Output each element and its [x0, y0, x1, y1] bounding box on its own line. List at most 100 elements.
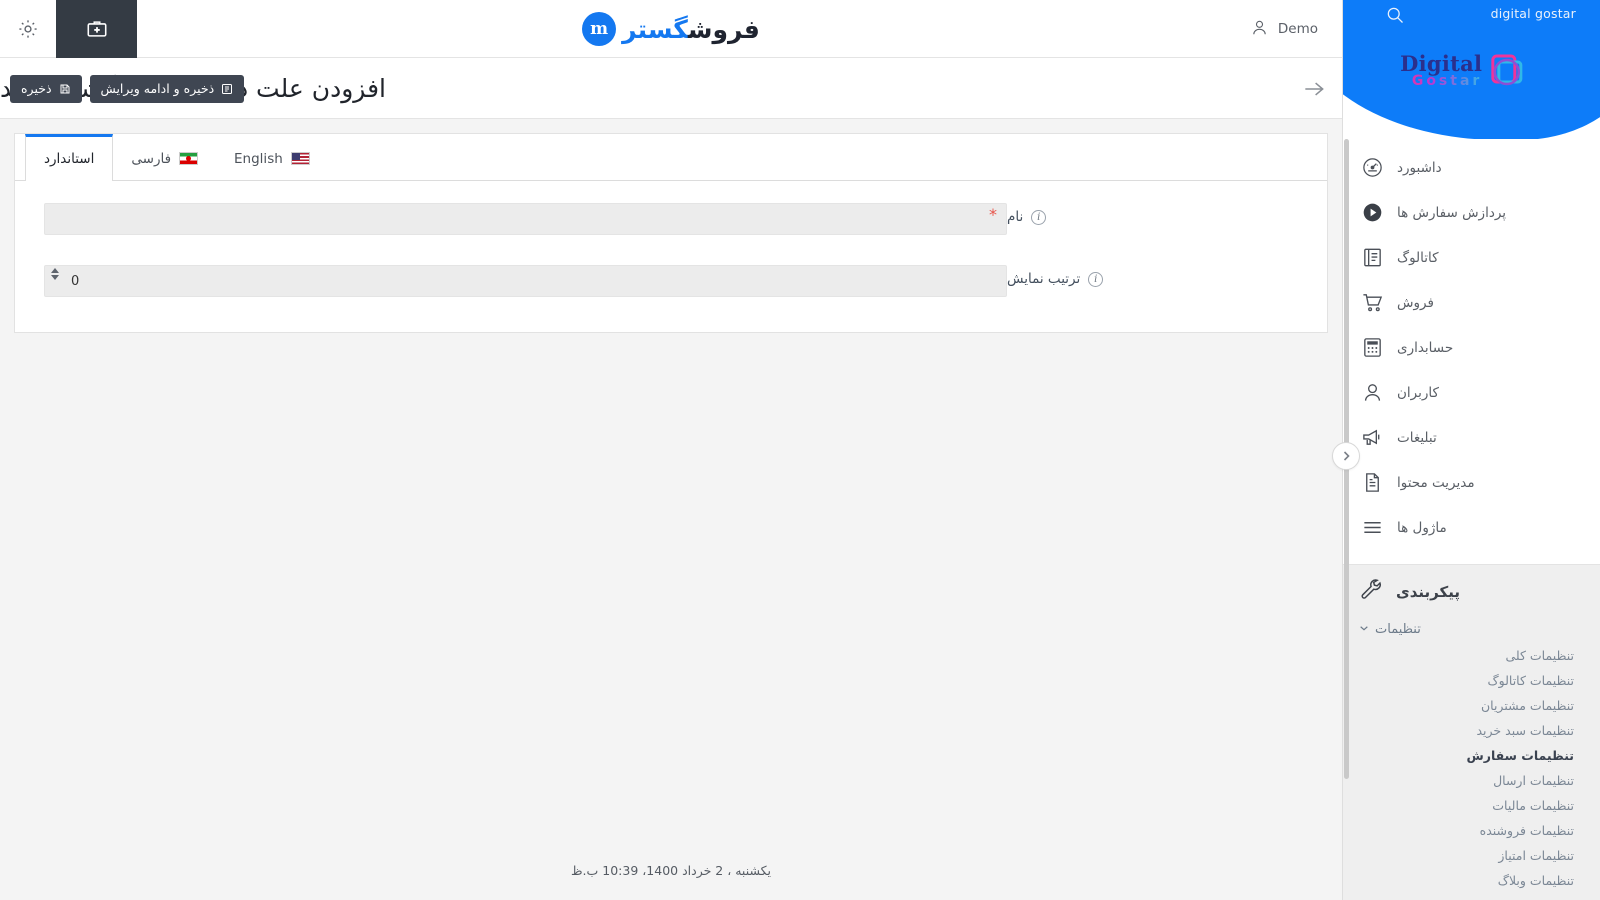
search-icon[interactable] — [1385, 5, 1405, 29]
app-root: فروشگستر m Demo ذخیره و ادامه ویرایش ذخی… — [0, 0, 1600, 900]
sidebar-item-label: مدیریت محتوا — [1397, 474, 1475, 491]
footer-datetime: یکشنبه ، 2 خرداد 1400، 10:39 ب.ظ — [570, 863, 772, 878]
sidebar-item-label: حسابداری — [1397, 339, 1454, 356]
submenu-header-label: تنظیمات — [1375, 622, 1421, 637]
store-logo: Digital Gostar — [1400, 46, 1532, 94]
submenu-item-blog-settings[interactable]: تنظیمات وبلاگ — [1343, 868, 1600, 893]
info-icon[interactable]: i — [1088, 271, 1104, 287]
required-asterisk: * — [989, 205, 997, 224]
flag-us-icon — [290, 152, 310, 165]
flag-ir-icon — [179, 152, 199, 165]
sidebar-item-content-management[interactable]: مدیریت محتوا — [1343, 460, 1600, 505]
sidebar-item-dashboard[interactable]: داشبورد — [1343, 145, 1600, 190]
tab-farsi[interactable]: فارسی — [113, 134, 216, 180]
form-row-name: نام i * — [15, 203, 1327, 235]
save-button[interactable]: ذخیره — [10, 74, 82, 103]
top-bar: فروشگستر m Demo — [0, 0, 1342, 58]
play-circle-icon — [1359, 200, 1385, 226]
tab-english[interactable]: English — [216, 134, 328, 180]
sidebar-item-label: کاتالوگ — [1397, 249, 1439, 266]
stepper-down-icon[interactable] — [51, 275, 59, 280]
form-body: نام i * ترتیب نمایش i 0 — [15, 181, 1327, 329]
tab-standard[interactable]: استاندارد — [25, 134, 114, 181]
sidebar-item-label: داشبورد — [1397, 159, 1442, 176]
sidebar-collapse-button[interactable] — [1332, 442, 1360, 470]
sidebar-item-users[interactable]: کاربران — [1343, 370, 1600, 415]
field-wrap-name: * — [15, 203, 1007, 235]
logo-mark-icon: m — [582, 12, 617, 46]
page-title-bar: ذخیره و ادامه ویرایش ذخیره افزودن علت در… — [0, 58, 1342, 119]
form-row-sort-order: ترتیب نمایش i — [15, 265, 1327, 297]
save-and-continue-button[interactable]: ذخیره و ادامه ویرایش — [89, 74, 245, 103]
submenu-item-vendor-settings[interactable]: تنظیمات فروشنده — [1343, 818, 1600, 843]
submenu-item-order-settings[interactable]: تنظیمات سفارش — [1343, 743, 1600, 768]
arrow-back-icon[interactable] — [1286, 58, 1342, 119]
field-label-name-text: نام — [1007, 209, 1024, 225]
name-input[interactable] — [45, 204, 1006, 234]
dashboard-gauge-icon — [1359, 155, 1385, 181]
user-name-label: Demo — [1277, 21, 1318, 37]
sidebar-header: digital gostar Digital Gostar — [1343, 0, 1600, 139]
quantity-stepper[interactable] — [51, 268, 59, 280]
submenu-item-reward-settings[interactable]: تنظیمات امتیاز — [1343, 843, 1600, 868]
sidebar: digital gostar Digital Gostar داشبورد پر… — [1342, 0, 1600, 900]
tab-standard-label: استاندارد — [44, 151, 95, 167]
megaphone-icon — [1359, 425, 1385, 451]
main-area: فروشگستر m Demo ذخیره و ادامه ویرایش ذخی… — [0, 0, 1342, 900]
top-bar-left-tools — [0, 0, 137, 58]
chevron-down-icon — [1359, 622, 1369, 637]
sidebar-item-sales[interactable]: فروش — [1343, 280, 1600, 325]
first-aid-kit-icon[interactable] — [56, 0, 137, 58]
form-card: English فارسی استاندارد نام i * ترتیب نم… — [14, 133, 1328, 333]
submenu-item-cart-settings[interactable]: تنظیمات سبد خرید — [1343, 718, 1600, 743]
store-logo-title: Digital — [1400, 50, 1483, 76]
calculator-icon — [1359, 335, 1385, 361]
stepper-up-icon[interactable] — [51, 268, 59, 273]
sidebar-item-modules[interactable]: ماژول ها — [1343, 505, 1600, 550]
user-icon — [1250, 18, 1269, 41]
logo-text-part-a: فروش — [687, 14, 761, 44]
chevron-right-icon — [1340, 447, 1352, 466]
field-label-sort-order-text: ترتیب نمایش — [1007, 271, 1081, 287]
sidebar-item-promotions[interactable]: تبلیغات — [1343, 415, 1600, 460]
sidebar-item-catalog[interactable]: کاتالوگ — [1343, 235, 1600, 280]
sidebar-item-label: تبلیغات — [1397, 429, 1437, 446]
user-icon — [1359, 380, 1385, 406]
submenu-item-general-settings[interactable]: تنظیمات کلی — [1343, 643, 1600, 668]
gear-icon[interactable] — [0, 0, 56, 58]
save-continue-icon — [221, 83, 233, 95]
submenu-item-catalog-settings[interactable]: تنظیمات کاتالوگ — [1343, 668, 1600, 693]
field-label-name: نام i — [1007, 203, 1327, 225]
store-logo-text: Digital Gostar — [1400, 53, 1482, 88]
action-buttons: ذخیره و ادامه ویرایش ذخیره — [10, 58, 245, 119]
sidebar-item-order-processing[interactable]: پردازش سفارش ها — [1343, 190, 1600, 235]
app-logo: فروشگستر m — [0, 0, 1342, 58]
document-icon — [1359, 470, 1385, 496]
submenu-item-tax-settings[interactable]: تنظیمات مالیات — [1343, 793, 1600, 818]
sort-order-input[interactable] — [45, 266, 1006, 296]
sidebar-item-accounting[interactable]: حسابداری — [1343, 325, 1600, 370]
shopping-cart-icon — [1359, 290, 1385, 316]
field-label-sort-order: ترتیب نمایش i — [1007, 265, 1327, 287]
sidebar-submenu-settings: تنظیمات تنظیمات کلی تنظیمات کاتالوگ تنظی… — [1343, 616, 1600, 900]
sidebar-main-menu: داشبورد پردازش سفارش ها کاتالوگ فروش حسا… — [1343, 139, 1600, 564]
name-input-box: * — [44, 203, 1007, 235]
submenu-item-customer-settings[interactable]: تنظیمات مشتریان — [1343, 693, 1600, 718]
sidebar-item-label: پردازش سفارش ها — [1397, 204, 1507, 221]
info-icon[interactable]: i — [1031, 209, 1047, 225]
sidebar-item-label: پیکربندی — [1396, 582, 1460, 601]
content-area: English فارسی استاندارد نام i * ترتیب نم… — [0, 119, 1342, 347]
field-wrap-sort-order — [15, 265, 1007, 297]
user-menu[interactable]: Demo — [1250, 0, 1318, 58]
store-logo-subtitle: Gostar — [1400, 74, 1482, 88]
wrench-icon — [1359, 577, 1384, 606]
submenu-item-shipping-settings[interactable]: تنظیمات ارسال — [1343, 768, 1600, 793]
sidebar-item-configuration[interactable]: پیکربندی — [1343, 565, 1600, 616]
hamburger-lines-icon — [1359, 515, 1385, 541]
submenu-header-settings[interactable]: تنظیمات — [1343, 616, 1600, 643]
book-icon — [1359, 245, 1385, 271]
save-icon — [59, 83, 71, 95]
tab-farsi-label: فارسی — [131, 150, 172, 167]
save-and-continue-label: ذخیره و ادامه ویرایش — [100, 81, 215, 96]
store-logo-mark-icon — [1484, 46, 1532, 94]
